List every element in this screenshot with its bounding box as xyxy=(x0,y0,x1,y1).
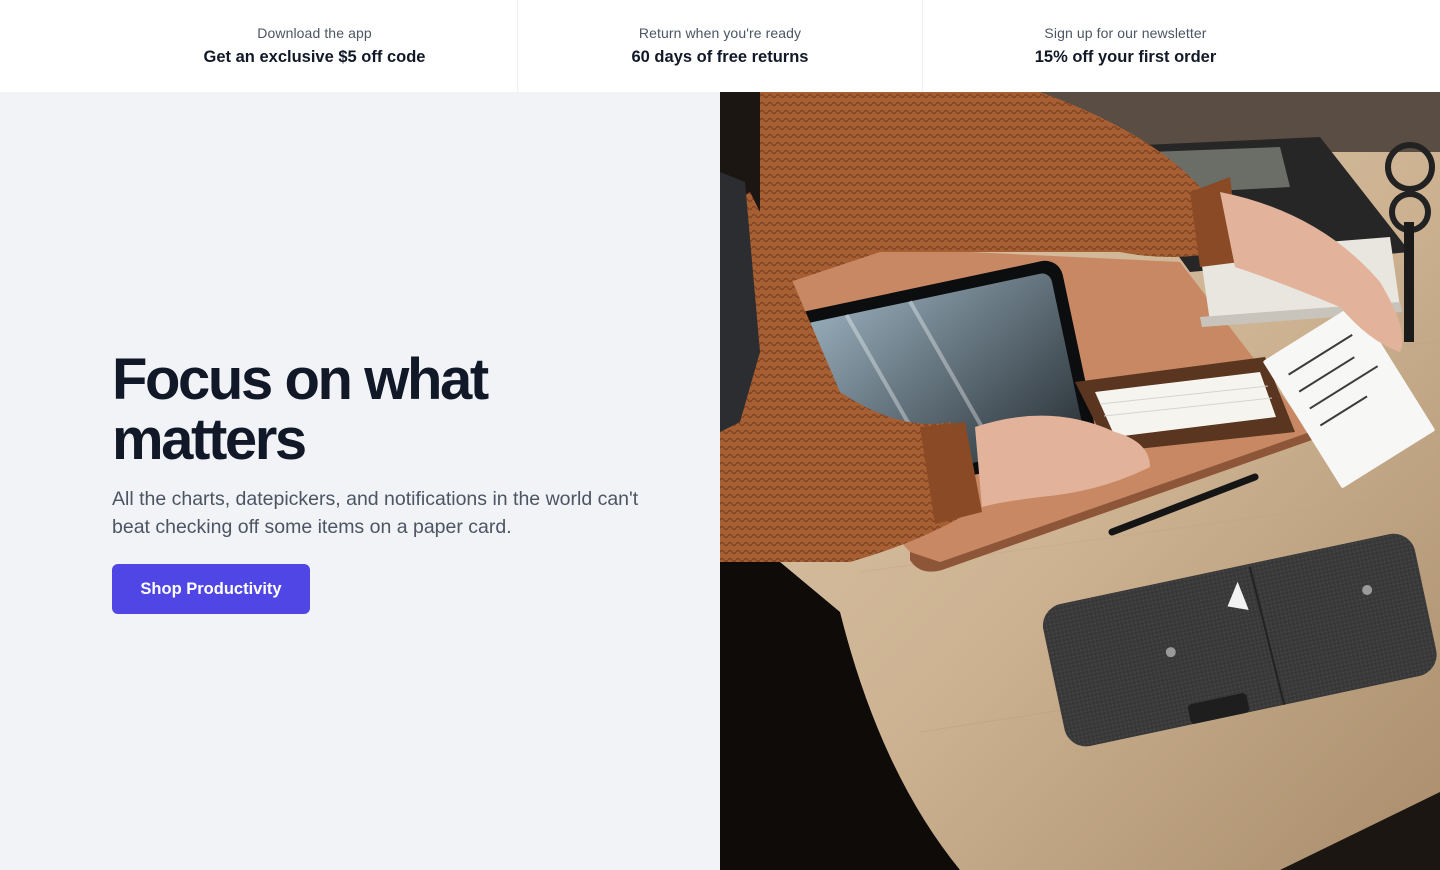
incentives-bar: Download the app Get an exclusive $5 off… xyxy=(0,0,1440,92)
hero-title: Focus on what matters xyxy=(112,347,489,472)
shop-productivity-button[interactable]: Shop Productivity xyxy=(112,564,310,614)
perk-free-returns[interactable]: Return when you're ready 60 days of free… xyxy=(518,0,923,92)
hero-subtitle: All the charts, datepickers, and notific… xyxy=(112,488,639,538)
desk-photo-illustration xyxy=(720,92,1440,870)
perk-label: Download the app xyxy=(257,25,372,41)
hero-section: Focus on what matters All the charts, da… xyxy=(0,92,1440,870)
perk-value: Get an exclusive $5 off code xyxy=(203,48,426,66)
perk-label: Return when you're ready xyxy=(638,25,802,41)
perk-value: 60 days of free returns xyxy=(631,48,809,66)
perk-label: Sign up for our newsletter xyxy=(1044,25,1207,41)
perk-download-app[interactable]: Download the app Get an exclusive $5 off… xyxy=(0,0,518,92)
hero-content: Focus on what matters All the charts, da… xyxy=(0,92,720,870)
perk-value: 15% off your first order xyxy=(1034,48,1217,66)
hero-image xyxy=(720,92,1440,870)
perk-newsletter[interactable]: Sign up for our newsletter 15% off your … xyxy=(923,0,1328,92)
